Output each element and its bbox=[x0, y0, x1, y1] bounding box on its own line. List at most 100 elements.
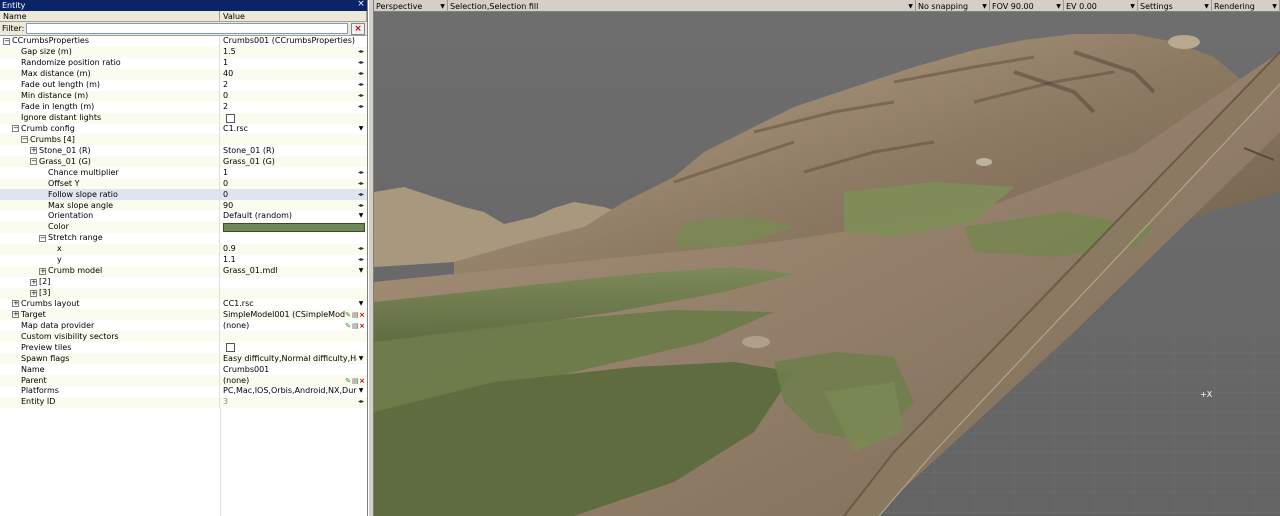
collapse-icon[interactable]: − bbox=[30, 158, 37, 166]
spin-arrows-icon[interactable]: ◂▸ bbox=[357, 190, 365, 200]
property-checkbox[interactable] bbox=[226, 343, 235, 353]
toolbar-snapping-dropdown[interactable]: No snapping ▼ bbox=[916, 0, 990, 12]
property-row[interactable]: − CCrumbsProperties Crumbs001 (CCrumbsProp… bbox=[0, 36, 367, 47]
chevron-down-icon[interactable]: ▼ bbox=[1054, 3, 1063, 10]
expand-icon[interactable]: + bbox=[30, 147, 37, 155]
scene-render[interactable] bbox=[374, 12, 1280, 516]
copy-icon[interactable]: ▤ bbox=[352, 377, 359, 385]
property-row[interactable]: Map data provider (none) ✎ ▤ × bbox=[0, 320, 367, 332]
expand-icon[interactable]: + bbox=[30, 289, 37, 297]
property-row[interactable]: Chance multiplier 1 ◂▸ bbox=[0, 167, 367, 179]
property-row[interactable]: + [3] bbox=[0, 287, 367, 299]
property-value-cell[interactable] bbox=[220, 233, 367, 244]
property-row[interactable]: Parent (none) ✎ ▤ × bbox=[0, 375, 367, 386]
property-row[interactable]: Fade in length (m) 2 ◂▸ bbox=[0, 101, 367, 113]
property-value-cell[interactable]: 2 ◂▸ bbox=[220, 102, 367, 113]
toolbar-fov-dropdown[interactable]: FOV 90.00 ▼ bbox=[990, 0, 1064, 12]
property-row[interactable]: Follow slope ratio 0 ◂▸ bbox=[0, 189, 367, 201]
property-row[interactable]: + Stone_01 (R) Stone_01 (R) bbox=[0, 145, 367, 157]
spin-arrows-icon[interactable]: ◂▸ bbox=[357, 168, 365, 178]
property-row[interactable]: Color bbox=[0, 221, 367, 233]
property-row[interactable]: Fade out length (m) 2 ◂▸ bbox=[0, 79, 367, 91]
close-icon[interactable]: × bbox=[356, 0, 366, 10]
property-value-cell[interactable]: (none) ✎ ▤ × bbox=[220, 375, 367, 386]
property-value-cell[interactable]: CC1.rsc ▼ bbox=[220, 299, 367, 310]
property-row[interactable]: Gap size (m) 1.5 ◂▸ bbox=[0, 46, 367, 58]
toolbar-ev-dropdown[interactable]: EV 0.00 ▼ bbox=[1064, 0, 1138, 12]
property-value-cell[interactable]: Crumbs001 bbox=[220, 364, 367, 375]
property-row[interactable]: − Crumb config C1.rsc ▼ bbox=[0, 123, 367, 135]
property-row[interactable]: Entity ID 3 ◂▸ bbox=[0, 396, 367, 408]
toolbar-settings-dropdown[interactable]: Settings ▼ bbox=[1138, 0, 1212, 12]
property-row[interactable]: Spawn flags Easy difficulty,Normal diffic… bbox=[0, 353, 367, 365]
property-value-cell[interactable]: (none) ✎ ▤ × bbox=[220, 320, 367, 331]
column-header-name[interactable]: Name bbox=[0, 11, 220, 21]
property-value-cell[interactable]: Crumbs001 (CCrumbsProperties) bbox=[220, 36, 367, 47]
property-row[interactable]: Max distance (m) 40 ◂▸ bbox=[0, 68, 367, 80]
property-value-cell[interactable]: 1.5 ◂▸ bbox=[220, 47, 367, 58]
spin-arrows-icon[interactable]: ◂▸ bbox=[357, 244, 365, 254]
property-row[interactable]: + [2] bbox=[0, 276, 367, 288]
pick-icon[interactable]: ✎ bbox=[345, 377, 351, 385]
property-value-cell[interactable]: Stone_01 (R) bbox=[220, 145, 367, 156]
property-row[interactable]: Platforms PC,Mac,IOS,Orbis,Android,NX,Dur… bbox=[0, 386, 367, 397]
chevron-down-icon[interactable]: ▼ bbox=[357, 266, 365, 276]
property-value-cell[interactable]: 40 ◂▸ bbox=[220, 69, 367, 80]
collapse-icon[interactable]: − bbox=[12, 125, 19, 133]
property-value-cell[interactable]: C1.rsc ▼ bbox=[220, 124, 367, 135]
property-value-cell[interactable]: 1.1 ◂▸ bbox=[220, 255, 367, 266]
property-row[interactable]: − Crumbs [4] bbox=[0, 134, 367, 146]
property-value-cell[interactable]: SimpleModel001 (CSimpleMode... ✎ ▤ × bbox=[220, 309, 367, 320]
chevron-down-icon[interactable]: ▼ bbox=[357, 124, 365, 134]
chevron-down-icon[interactable]: ▼ bbox=[1202, 3, 1211, 10]
spin-arrows-icon[interactable]: ◂▸ bbox=[357, 397, 365, 407]
spin-arrows-icon[interactable]: ◂▸ bbox=[357, 91, 365, 101]
delete-icon[interactable]: × bbox=[359, 322, 365, 330]
spin-arrows-icon[interactable]: ◂▸ bbox=[357, 201, 365, 211]
pick-icon[interactable]: ✎ bbox=[345, 322, 351, 330]
collapse-icon[interactable]: − bbox=[3, 37, 10, 45]
property-value-cell[interactable]: Grass_01 (G) bbox=[220, 156, 367, 167]
property-value-cell[interactable]: 0 ◂▸ bbox=[220, 91, 367, 102]
property-row[interactable]: − Grass_01 (G) Grass_01 (G) bbox=[0, 156, 367, 168]
property-value-cell[interactable]: 1 ◂▸ bbox=[220, 167, 367, 178]
chevron-down-icon[interactable]: ▼ bbox=[1270, 3, 1279, 10]
spin-arrows-icon[interactable]: ◂▸ bbox=[357, 102, 365, 112]
expand-icon[interactable]: + bbox=[30, 278, 37, 286]
spin-arrows-icon[interactable]: ◂▸ bbox=[357, 69, 365, 79]
spin-arrows-icon[interactable]: ◂▸ bbox=[357, 47, 365, 57]
chevron-down-icon[interactable]: ▼ bbox=[438, 3, 447, 10]
filter-input[interactable] bbox=[26, 23, 348, 34]
property-value-cell[interactable] bbox=[220, 222, 367, 233]
property-value-cell[interactable]: 90 ◂▸ bbox=[220, 200, 367, 211]
property-value-cell[interactable]: 2 ◂▸ bbox=[220, 80, 367, 91]
clear-filter-icon[interactable]: × bbox=[351, 22, 365, 35]
property-checkbox[interactable] bbox=[226, 113, 235, 123]
property-row[interactable]: Preview tiles bbox=[0, 342, 367, 354]
column-header-value[interactable]: Value bbox=[220, 11, 367, 21]
chevron-down-icon[interactable]: ▼ bbox=[1128, 3, 1137, 10]
property-value-cell[interactable] bbox=[220, 331, 367, 342]
spin-arrows-icon[interactable]: ◂▸ bbox=[357, 179, 365, 189]
spin-arrows-icon[interactable]: ◂▸ bbox=[357, 255, 365, 265]
property-row[interactable]: Custom visibility sectors bbox=[0, 331, 367, 343]
pick-icon[interactable]: ✎ bbox=[345, 311, 351, 319]
delete-icon[interactable]: × bbox=[359, 311, 365, 319]
toolbar-view-mode-dropdown[interactable]: Perspective ▼ bbox=[374, 0, 448, 12]
chevron-down-icon[interactable]: ▼ bbox=[980, 3, 989, 10]
property-row[interactable]: x 0.9 ◂▸ bbox=[0, 243, 367, 255]
property-value-cell[interactable] bbox=[220, 277, 367, 288]
expand-icon[interactable]: + bbox=[12, 311, 19, 319]
property-row[interactable]: y 1.1 ◂▸ bbox=[0, 254, 367, 266]
spin-arrows-icon[interactable]: ◂▸ bbox=[357, 58, 365, 68]
chevron-down-icon[interactable]: ▼ bbox=[357, 386, 365, 396]
spin-arrows-icon[interactable]: ◂▸ bbox=[357, 80, 365, 90]
chevron-down-icon[interactable]: ▼ bbox=[906, 3, 915, 10]
property-value-cell[interactable] bbox=[220, 134, 367, 145]
collapse-icon[interactable]: − bbox=[21, 136, 28, 144]
expand-icon[interactable]: + bbox=[39, 267, 46, 275]
expand-icon[interactable]: + bbox=[12, 300, 19, 308]
property-value-cell[interactable]: Easy difficulty,Normal difficulty,Har...… bbox=[220, 353, 367, 364]
copy-icon[interactable]: ▤ bbox=[352, 311, 359, 319]
property-row[interactable]: + Crumb model Grass_01.mdl ▼ bbox=[0, 265, 367, 277]
